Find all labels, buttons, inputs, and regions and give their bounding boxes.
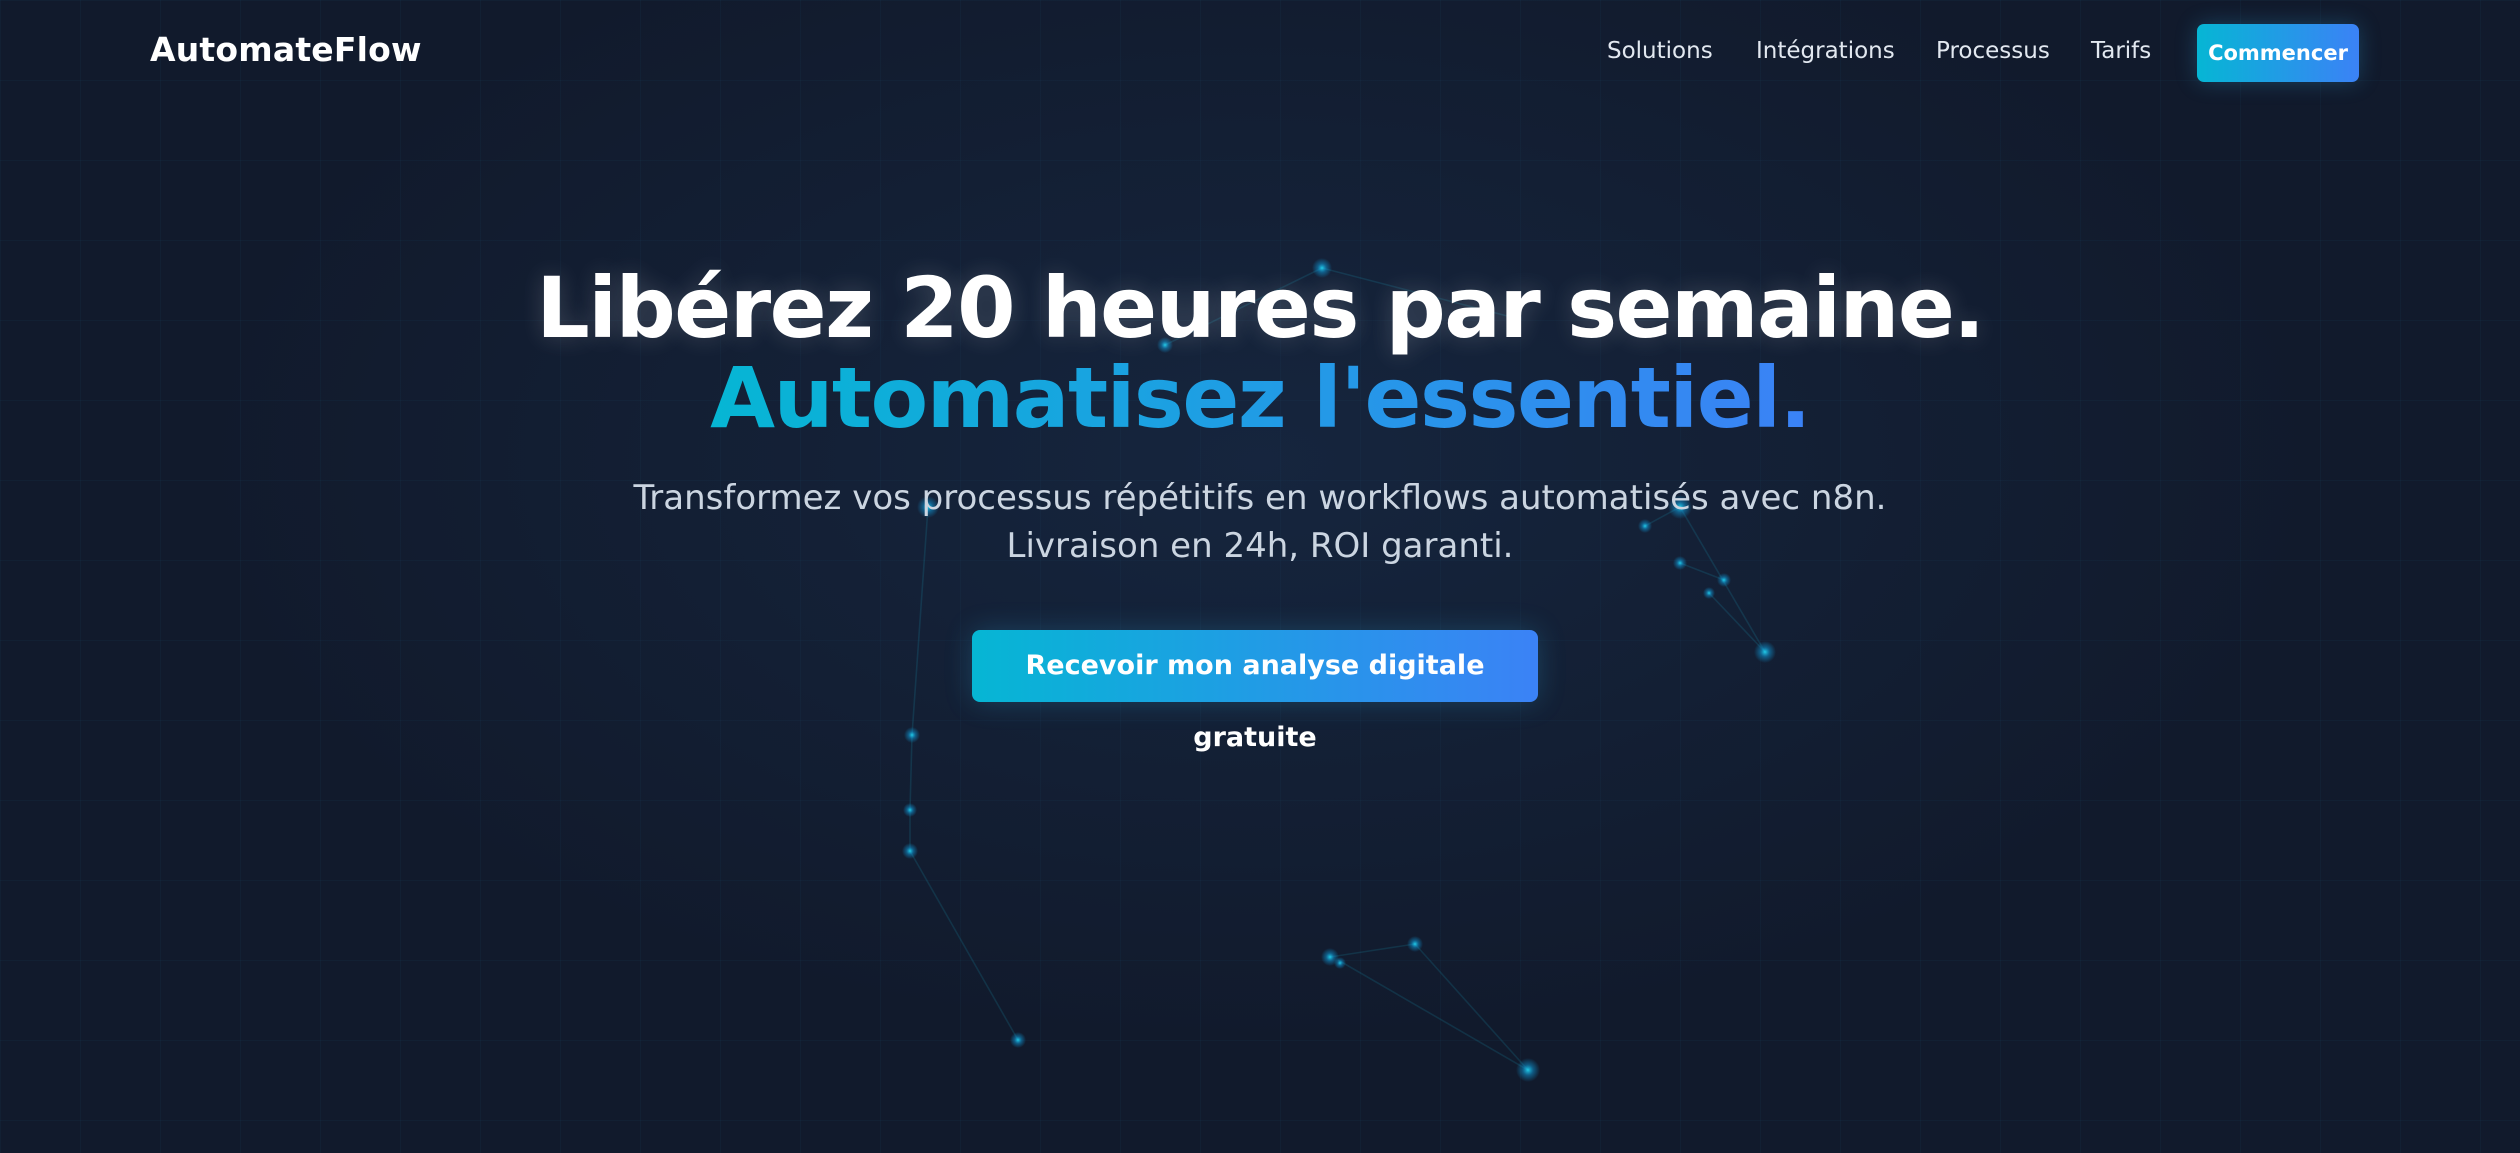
network-node	[903, 803, 917, 817]
network-node	[902, 843, 918, 859]
nav-link-tarifs[interactable]: Tarifs	[2091, 38, 2151, 64]
network-node	[1754, 641, 1776, 663]
network-node	[904, 727, 920, 743]
hero-subtitle: Transformez vos processus répétitifs en …	[633, 478, 1887, 566]
top-navbar: AutomateFlow Solutions Intégrations Proc…	[0, 0, 2520, 110]
network-nodes-decoration	[902, 258, 1776, 1082]
network-node	[1717, 573, 1731, 587]
analysis-cta-button[interactable]: Recevoir mon analyse digitale gratuite	[972, 630, 1538, 753]
network-node	[1010, 1032, 1026, 1048]
hero-title-line2: Automatisez l'essentiel.	[0, 348, 2520, 448]
network-node	[1703, 587, 1715, 599]
network-node	[1516, 1058, 1540, 1082]
network-node	[1407, 936, 1423, 952]
brand-logo[interactable]: AutomateFlow	[150, 30, 422, 69]
hero-title-line1: Libérez 20 heures par semaine.	[536, 259, 1985, 357]
network-node	[1334, 957, 1346, 969]
nav-link-processus[interactable]: Processus	[1936, 38, 2050, 64]
commencer-button[interactable]: Commencer	[2197, 24, 2359, 82]
nav-link-solutions[interactable]: Solutions	[1607, 38, 1713, 64]
nav-link-integrations[interactable]: Intégrations	[1756, 38, 1895, 64]
hero-title-highlight: Automatisez l'essentiel.	[710, 349, 1811, 447]
